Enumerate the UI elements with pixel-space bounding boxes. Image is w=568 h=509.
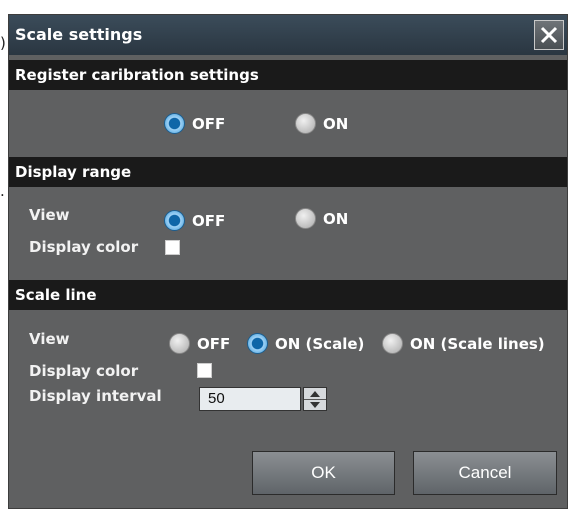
ok-button[interactable]: OK xyxy=(252,451,395,495)
display-interval-stepper[interactable] xyxy=(303,387,327,411)
radio-selected-icon xyxy=(164,210,185,231)
radio-selected-icon xyxy=(164,113,185,134)
dialog-title: Scale settings xyxy=(15,25,143,44)
register-off-radio[interactable]: OFF xyxy=(164,113,225,134)
close-x-icon xyxy=(540,26,558,44)
close-button[interactable] xyxy=(534,20,564,50)
register-on-radio[interactable]: ON xyxy=(295,113,348,134)
radio-unselected-icon xyxy=(295,208,316,229)
scale-line-off-label: OFF xyxy=(197,334,231,353)
radio-unselected-icon xyxy=(295,113,316,134)
display-range-off-label: OFF xyxy=(192,211,226,230)
section-header-register: Register caribration settings xyxy=(9,60,567,90)
scale-line-color-label: Display color xyxy=(29,362,139,380)
scale-line-on-scale-label: ON (Scale) xyxy=(275,334,365,353)
scale-line-color-swatch[interactable] xyxy=(197,363,212,378)
display-range-off-radio[interactable]: OFF xyxy=(164,210,225,231)
stepper-down-icon[interactable] xyxy=(304,399,326,410)
scale-line-on-scale-radio[interactable]: ON (Scale) xyxy=(247,333,364,354)
scale-line-off-radio[interactable]: OFF xyxy=(169,333,230,354)
dialog-title-bar: Scale settings xyxy=(9,15,567,55)
section-header-display-range: Display range xyxy=(9,157,567,187)
scale-line-on-lines-label: ON (Scale lines) xyxy=(410,334,545,353)
display-range-view-label: View xyxy=(29,206,70,224)
radio-unselected-icon xyxy=(169,333,190,354)
register-off-label: OFF xyxy=(192,114,226,133)
display-range-on-label: ON xyxy=(323,209,349,228)
scale-line-view-label: View xyxy=(29,330,70,348)
display-range-color-label: Display color xyxy=(29,238,139,256)
display-range-on-radio[interactable]: ON xyxy=(295,208,348,229)
scale-line-on-lines-radio[interactable]: ON (Scale lines) xyxy=(382,333,545,354)
display-interval-label: Display interval xyxy=(29,387,162,405)
margin-dot: . xyxy=(0,182,5,200)
scale-settings-dialog: Scale settings Register caribration sett… xyxy=(8,14,568,509)
register-on-label: ON xyxy=(323,114,349,133)
radio-unselected-icon xyxy=(382,333,403,354)
display-range-color-swatch[interactable] xyxy=(165,240,180,255)
radio-selected-icon xyxy=(247,333,268,354)
section-header-scale-line: Scale line xyxy=(9,280,567,310)
cancel-button[interactable]: Cancel xyxy=(413,451,557,495)
display-interval-input[interactable]: 50 xyxy=(199,387,301,411)
